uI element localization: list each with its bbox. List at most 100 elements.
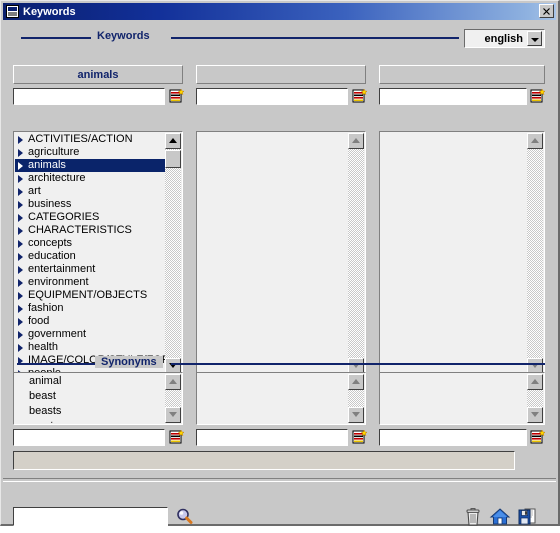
keyword-listbox-3[interactable] <box>379 131 545 376</box>
scroll-up-button[interactable] <box>527 133 543 149</box>
language-select[interactable]: english <box>464 29 545 48</box>
keyword-tree-items: ACTIVITIES/ACTION agriculture animals ar… <box>15 133 167 374</box>
synonym-input-3-field[interactable] <box>380 432 526 448</box>
tree-item[interactable]: food <box>15 315 167 328</box>
list-item[interactable]: beast <box>15 389 167 404</box>
synonyms-listbox-3-items <box>381 374 529 423</box>
new-list-entry-icon-1[interactable] <box>169 88 185 104</box>
synonym-input-2[interactable] <box>196 429 348 448</box>
tree-item[interactable]: business <box>15 198 167 211</box>
keywords-group-line-right <box>171 37 459 39</box>
save-disk-icon <box>518 508 536 525</box>
tree-item[interactable]: fashion <box>15 302 167 315</box>
synonyms-listbox-2[interactable] <box>196 372 366 425</box>
tree-item-label: environment <box>28 276 89 288</box>
synonym-input-1-field[interactable] <box>14 432 164 448</box>
tree-item-label: CHARACTERISTICS <box>28 224 132 236</box>
expand-arrow-icon <box>17 224 25 237</box>
synonyms-listbox-1-scrollbar[interactable] <box>165 374 181 423</box>
scroll-up-button[interactable] <box>165 133 181 149</box>
keyword-input-2-field[interactable] <box>197 91 347 107</box>
tree-item[interactable]: entertainment <box>15 263 167 276</box>
status-bar <box>13 451 515 470</box>
list-item[interactable]: creature <box>15 419 167 423</box>
new-list-entry-icon-4[interactable] <box>169 429 185 445</box>
save-button[interactable] <box>516 506 538 528</box>
keyword-listbox-2[interactable] <box>196 131 366 376</box>
expand-arrow-icon <box>17 159 25 172</box>
synonyms-listbox-3[interactable] <box>379 372 545 425</box>
tree-item[interactable]: education <box>15 250 167 263</box>
scroll-up-button[interactable] <box>348 374 364 390</box>
scroll-up-button[interactable] <box>165 374 181 390</box>
keywords-group-line-left <box>21 37 91 39</box>
tree-item[interactable]: concepts <box>15 237 167 250</box>
search-input-field[interactable] <box>14 509 167 527</box>
tree-item-label: government <box>28 328 87 340</box>
synonyms-listbox-2-scrollbar[interactable] <box>348 374 364 423</box>
column-header-1-label: animals <box>77 68 119 81</box>
close-button[interactable] <box>539 4 554 18</box>
home-button[interactable] <box>489 506 511 528</box>
tree-item[interactable]: government <box>15 328 167 341</box>
keyword-input-3[interactable] <box>379 88 527 107</box>
tree-item[interactable]: ACTIVITIES/ACTION <box>15 133 167 146</box>
keyword-listbox-3-scrollbar[interactable] <box>527 133 543 374</box>
tree-item[interactable]: art <box>15 185 167 198</box>
scroll-up-button[interactable] <box>527 374 543 390</box>
search-input[interactable] <box>13 507 168 527</box>
expand-arrow-icon <box>17 185 25 198</box>
new-list-entry-icon-6[interactable] <box>530 429 546 445</box>
keyword-input-1[interactable] <box>13 88 165 107</box>
column-header-3 <box>379 65 545 84</box>
tree-item[interactable]: environment <box>15 276 167 289</box>
expand-arrow-icon <box>17 250 25 263</box>
scroll-down-button[interactable] <box>348 407 364 423</box>
tree-item[interactable]: EQUIPMENT/OBJECTS <box>15 289 167 302</box>
scroll-thumb[interactable] <box>165 150 181 168</box>
keyword-listbox-2-scrollbar[interactable] <box>348 133 364 374</box>
bottom-separator <box>3 478 556 482</box>
new-list-entry-icon-2[interactable] <box>352 88 368 104</box>
synonyms-listbox-1[interactable]: animal beast beasts creature <box>13 372 183 425</box>
language-select-value: english <box>484 32 523 45</box>
tree-item-selected[interactable]: animals <box>15 159 167 172</box>
expand-arrow-icon <box>17 328 25 341</box>
scroll-up-button[interactable] <box>348 133 364 149</box>
tree-item[interactable]: CHARACTERISTICS <box>15 224 167 237</box>
synonym-input-2-field[interactable] <box>197 432 347 448</box>
synonym-input-1[interactable] <box>13 429 165 448</box>
keyword-input-1-field[interactable] <box>14 91 164 107</box>
new-list-entry-icon-5[interactable] <box>352 429 368 445</box>
tree-item-label: ACTIVITIES/ACTION <box>28 133 133 145</box>
client-area: Keywords english animals ACTIVITIES/ACTI… <box>3 21 556 527</box>
title-bar: Keywords <box>3 3 556 20</box>
scroll-down-button[interactable] <box>527 407 543 423</box>
magnifier-icon[interactable] <box>175 507 195 527</box>
delete-button[interactable] <box>462 506 484 528</box>
scroll-down-button[interactable] <box>165 407 181 423</box>
tree-item[interactable]: agriculture <box>15 146 167 159</box>
expand-arrow-icon <box>17 146 25 159</box>
list-item[interactable]: beasts <box>15 404 167 419</box>
tree-item-label: health <box>28 341 58 353</box>
synonyms-listbox-3-scrollbar[interactable] <box>527 374 543 423</box>
keyword-input-2[interactable] <box>196 88 348 107</box>
list-item[interactable]: animal <box>15 374 167 389</box>
keyword-tree-listbox[interactable]: ACTIVITIES/ACTION agriculture animals ar… <box>13 131 183 376</box>
tree-item[interactable]: CATEGORIES <box>15 211 167 224</box>
tree-item-label: entertainment <box>28 263 96 275</box>
tree-item-label: fashion <box>28 302 64 314</box>
new-list-entry-icon-3[interactable] <box>530 88 546 104</box>
synonyms-group-line-right <box>171 363 545 365</box>
keyword-input-3-field[interactable] <box>380 91 526 107</box>
synonym-input-3[interactable] <box>379 429 527 448</box>
synonyms-listbox-1-items: animal beast beasts creature <box>15 374 167 423</box>
chevron-down-icon[interactable] <box>527 31 542 46</box>
tree-item[interactable]: architecture <box>15 172 167 185</box>
home-icon <box>489 508 511 525</box>
keyword-tree-scrollbar[interactable] <box>165 133 181 374</box>
tree-item-label: business <box>28 198 72 210</box>
expand-arrow-icon <box>17 354 25 367</box>
tree-item[interactable]: health <box>15 341 167 354</box>
